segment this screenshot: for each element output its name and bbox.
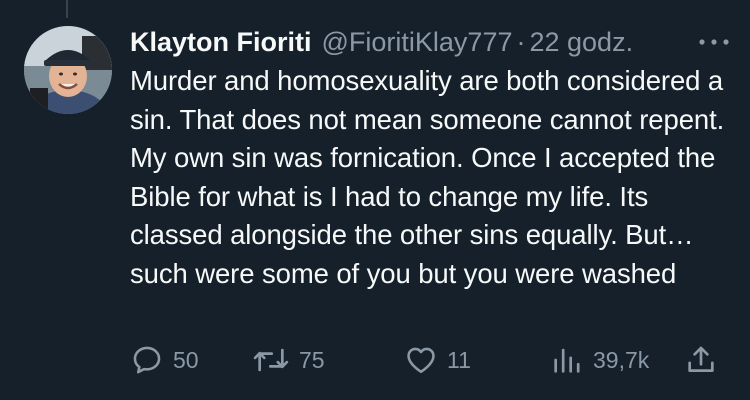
share-button[interactable] (684, 340, 718, 380)
heart-icon (407, 347, 435, 374)
like-button[interactable]: 11 (404, 340, 471, 380)
retweet-icon (253, 348, 289, 372)
tweet-text: Murder and homosexuality are both consid… (130, 65, 725, 289)
author-handle[interactable]: @FioritiKlay777 (322, 27, 513, 58)
tweet-timestamp[interactable]: 22 godz. (529, 27, 633, 58)
reply-icon (133, 346, 161, 374)
retweet-count: 75 (299, 346, 325, 373)
analytics-icon (554, 348, 580, 373)
thread-connector-line (66, 0, 68, 18)
reply-button[interactable]: 50 (130, 340, 199, 380)
share-icon (688, 346, 714, 372)
retweet-button[interactable]: 75 (252, 340, 325, 380)
view-count: 39,7k (593, 346, 650, 373)
separator-dot: · (516, 26, 526, 57)
tweet-header: Klayton Fioriti @FioritiKlay777 · 22 god… (130, 22, 730, 62)
views-button[interactable]: 39,7k (550, 340, 649, 380)
author-name[interactable]: Klayton Fioriti (130, 27, 312, 58)
like-count: 11 (447, 346, 471, 373)
tweet-body: Klayton Fioriti @FioritiKlay777 · 22 god… (130, 22, 730, 293)
tweet-actions-bar: 50 75 11 39,7k (130, 340, 730, 380)
more-icon[interactable] (696, 32, 732, 52)
avatar[interactable] (24, 26, 112, 114)
avatar-image (24, 26, 112, 114)
reply-count: 50 (173, 346, 199, 373)
